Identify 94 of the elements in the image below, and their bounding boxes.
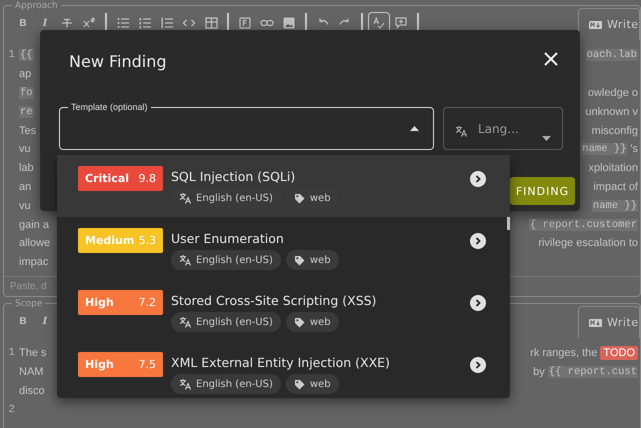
- caret-up-icon: [410, 126, 419, 131]
- editor-text: by: [533, 366, 545, 378]
- line-number: 2: [7, 404, 15, 416]
- editor-text: Tes: [19, 124, 36, 137]
- chip-label: English (en-US): [196, 254, 273, 266]
- language-dropdown[interactable]: Lang...: [443, 107, 563, 150]
- table-icon: [204, 17, 218, 29]
- editor-text: NAM: [19, 366, 44, 378]
- code-text: name }}: [581, 143, 628, 156]
- chip-label: web: [310, 254, 331, 266]
- translate-icon: [179, 316, 191, 328]
- editor-text: disco: [19, 384, 45, 397]
- image-icon: [283, 17, 295, 29]
- finding-button[interactable]: FINDING: [510, 177, 575, 205]
- editor-text: The s: [19, 347, 47, 360]
- editor-text: lab: [19, 162, 34, 174]
- strikethrough-icon: [61, 17, 73, 29]
- chip-label: English (en-US): [196, 378, 273, 390]
- code-text: name }}: [592, 200, 638, 212]
- write-tab[interactable]: Write: [578, 306, 640, 338]
- translate-icon: [455, 125, 467, 137]
- severity-badge: Critical 9.8: [78, 166, 163, 191]
- line-number: 1: [7, 347, 15, 360]
- template-title: XML External Entity Injection (XXE): [171, 354, 390, 370]
- template-option[interactable]: High 7.5 XML External Entity Injection (XXE) English (en-US) web: [57, 341, 510, 398]
- panel-legend: Approach: [12, 1, 61, 11]
- chevron-right-icon[interactable]: [470, 171, 486, 187]
- code-text: fo: [19, 86, 34, 99]
- editor-text: vu: [19, 200, 31, 212]
- italic-button[interactable]: I: [34, 310, 56, 332]
- framed-letter-icon: [239, 17, 251, 29]
- superscript-icon: [83, 17, 95, 29]
- bold-button[interactable]: B: [12, 12, 34, 34]
- chip-label: web: [310, 378, 331, 390]
- close-icon: [544, 52, 558, 66]
- editor-text: unknown v: [585, 106, 638, 118]
- editor-text: ap: [19, 68, 32, 80]
- editor-text: gain a: [19, 218, 49, 231]
- code-icon: [182, 17, 196, 29]
- editor-text: impact of: [593, 180, 638, 193]
- translate-icon: [179, 254, 191, 266]
- editor-text: rk ranges, the: [530, 347, 598, 360]
- bullet-list-icon: [117, 17, 129, 29]
- code-text: {{ report.cust: [548, 366, 638, 378]
- line-number: 1: [7, 49, 15, 62]
- chip-label: English (en-US): [196, 192, 273, 204]
- dialog-title: New Finding: [69, 52, 167, 71]
- code-text: re: [19, 106, 34, 118]
- checklist-icon: [161, 17, 173, 29]
- translate-icon: [179, 192, 191, 204]
- editor-text: rivilege escalation to: [538, 237, 638, 250]
- tag-icon: [294, 378, 305, 390]
- editor-text: owledge o: [588, 86, 638, 99]
- code-text: {{: [19, 49, 34, 62]
- todo-highlight: TODO: [600, 346, 638, 360]
- template-option[interactable]: Critical 9.8 SQL Injection (SQLi) English (en-US) web: [57, 155, 510, 217]
- severity-badge: High 7.5: [78, 352, 163, 377]
- template-title: User Enumeration: [171, 230, 285, 246]
- markdown-icon: [589, 20, 602, 28]
- italic-button[interactable]: I: [34, 12, 56, 34]
- panel-legend: Scope: [12, 299, 46, 309]
- severity-badge: Medium 5.3: [78, 228, 163, 253]
- chip-label: English (en-US): [196, 316, 273, 328]
- tab-label: Write: [607, 316, 639, 329]
- editor-text: misconfig: [592, 124, 638, 137]
- code-text: oach.lab: [586, 49, 638, 62]
- tag-icon: [294, 254, 305, 266]
- chevron-right-icon[interactable]: [470, 295, 486, 311]
- template-title: SQL Injection (SQLi): [171, 168, 296, 184]
- link-icon: [260, 17, 274, 29]
- close-button[interactable]: [544, 52, 558, 66]
- markdown-icon: [589, 318, 602, 326]
- tag-icon: [294, 316, 305, 328]
- spellcheck-icon: [373, 17, 385, 29]
- numbered-list-icon: [139, 17, 151, 29]
- chip-label: web: [310, 316, 331, 328]
- translate-icon: [179, 378, 191, 390]
- tab-label: Write: [607, 18, 639, 31]
- editor-text: impac: [19, 256, 48, 268]
- editor-text: 's: [630, 143, 638, 156]
- comment-add-icon: [395, 17, 407, 29]
- tag-icon: [294, 192, 305, 204]
- bold-button[interactable]: B: [12, 310, 34, 332]
- code-text: { report.customer: [528, 218, 638, 231]
- template-option[interactable]: Medium 5.3 User Enumeration English (en-US) web: [57, 217, 510, 279]
- caret-down-icon: [542, 136, 551, 141]
- chevron-right-icon[interactable]: [470, 233, 486, 249]
- editor-text: vu: [19, 143, 31, 156]
- severity-badge: High 7.2: [78, 290, 163, 315]
- chip-label: web: [310, 192, 331, 204]
- editor-text: an: [19, 180, 32, 193]
- editor-text: xploitation: [588, 162, 638, 174]
- editor-text: allowe: [19, 237, 50, 250]
- chevron-right-icon[interactable]: [470, 357, 486, 373]
